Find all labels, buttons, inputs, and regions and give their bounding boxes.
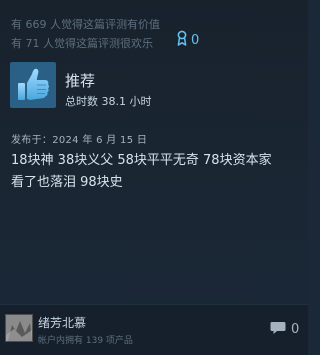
author-name[interactable]: 绪芳北慕 [38, 314, 86, 331]
helpful-count-text: 有 669 人觉得这篇评测有价值 [11, 18, 160, 31]
review-text: 18块神 38块义父 58块平平无奇 78块资本家 看了也落泪 98块史 [11, 153, 272, 190]
recommendation-header[interactable]: 推荐 总时数 38.1 小时 [10, 62, 310, 110]
comment-count: 0 [291, 322, 300, 337]
author-products-count: 帐户内拥有 139 项产品 [38, 336, 133, 346]
funny-count-text: 有 71 人觉得这篇评测很欢乐 [11, 37, 153, 50]
comments-button[interactable]: 0 [270, 320, 299, 339]
award-count: 0 [191, 32, 200, 48]
thumbs-up-icon [10, 62, 56, 108]
award-button[interactable]: 0 [176, 30, 200, 50]
award-ribbon-icon [176, 30, 188, 50]
review-card: 有 669 人觉得这篇评测有价值 有 71 人觉得这篇评测很欢乐 0 推荐 总时… [0, 0, 310, 355]
posted-date: 发布于：2024 年 6 月 15 日 [11, 135, 148, 146]
recommendation-label: 推荐 [65, 72, 96, 90]
playtime-hours: 总时数 38.1 小时 [65, 95, 152, 108]
author-bar: 绪芳北慕 帐户内拥有 139 项产品 0 [0, 304, 308, 355]
comment-bubble-icon [270, 320, 286, 339]
avatar[interactable] [5, 314, 33, 342]
